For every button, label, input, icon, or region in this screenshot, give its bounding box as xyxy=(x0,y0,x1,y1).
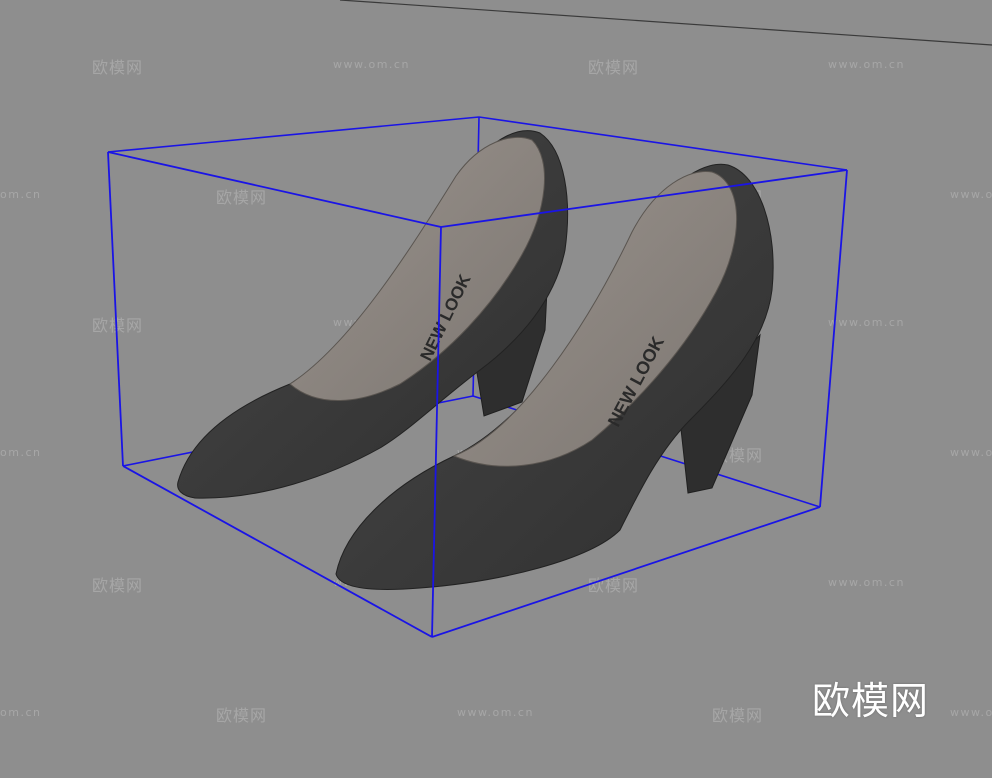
ground-edge-line xyxy=(339,0,992,46)
brand-watermark: 欧模网 xyxy=(812,679,930,723)
model-viewport[interactable]: 欧模网 www.om.cn 欧模网 www.om.cn om.cn 欧模网 ww… xyxy=(0,0,992,778)
3d-scene[interactable]: NEW LOOK NEW LOOK xyxy=(0,0,992,778)
